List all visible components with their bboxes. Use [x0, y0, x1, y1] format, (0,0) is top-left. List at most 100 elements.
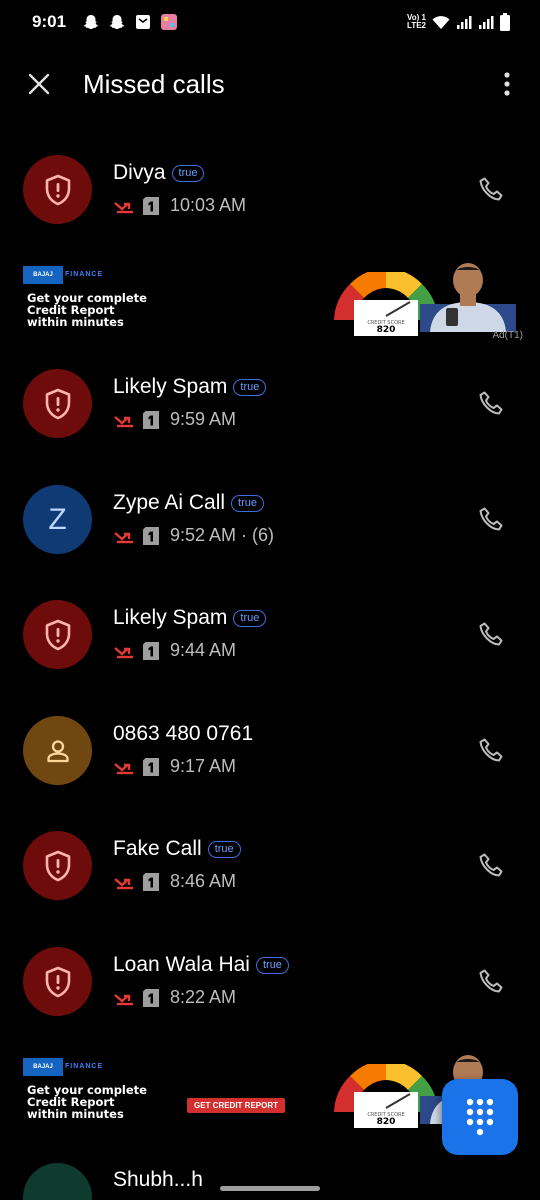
- snapchat-icon: [83, 15, 99, 29]
- person-icon: [46, 739, 69, 762]
- svg-text:820: 820: [377, 325, 396, 335]
- shield-alert-icon: [45, 388, 70, 419]
- app-notification-icon: [161, 14, 178, 30]
- missed-call-icon: [114, 993, 133, 1005]
- avatar-letter: Z: [48, 502, 67, 536]
- dialpad-icon: [466, 1098, 494, 1136]
- caller-number: 0863 480 0761: [113, 722, 254, 745]
- verified-badge: true: [171, 164, 205, 182]
- call-time: 8:22 AM: [170, 987, 237, 1007]
- phone-icon: [479, 622, 503, 646]
- shield-alert-icon: [45, 850, 70, 881]
- call-list-item[interactable]: Likely Spam true 9:59 AM: [0, 369, 540, 473]
- call-list-item[interactable]: Divya true 10:03 AM: [0, 155, 540, 259]
- dialpad-button[interactable]: [442, 1079, 518, 1155]
- missed-call-icon: [114, 877, 133, 889]
- more-vert-icon: [504, 72, 510, 96]
- caller-name: Shubh...h: [113, 1168, 203, 1191]
- system-status-icons: Vo) 1 LTE2: [407, 13, 510, 31]
- shield-alert-icon: [45, 174, 70, 205]
- sim-1-icon: [143, 641, 159, 660]
- call-back-button[interactable]: [474, 618, 508, 652]
- call-time: 10:03 AM: [170, 195, 247, 215]
- caller-name: Likely Spam: [113, 375, 228, 398]
- spam-avatar[interactable]: [23, 155, 92, 224]
- call-list-item[interactable]: Likely Spam true 9:44 AM: [0, 600, 540, 704]
- verified-badge: true: [207, 840, 241, 858]
- missed-call-icon: [114, 646, 133, 658]
- verified-badge: true: [255, 956, 289, 974]
- call-time: 9:59 AM: [170, 409, 237, 429]
- status-time: 9:01: [32, 12, 67, 31]
- contact-avatar[interactable]: [23, 1163, 92, 1200]
- notification-icons: [82, 13, 178, 31]
- wifi-icon: [432, 16, 450, 29]
- caller-name: Divya: [113, 161, 166, 184]
- close-icon: [28, 73, 50, 95]
- shield-alert-icon: [45, 966, 70, 997]
- call-time: 8:46 AM: [170, 871, 237, 891]
- ad-brand-logo: BAJAJ FINANCE: [23, 266, 121, 284]
- missed-call-icon: [114, 415, 133, 427]
- status-bar: 9:01 Vo) 1 LTE2: [0, 0, 540, 44]
- phone-icon: [479, 177, 503, 201]
- sim-1-icon: [143, 410, 159, 429]
- spam-avatar[interactable]: [23, 831, 92, 900]
- spam-avatar[interactable]: [23, 600, 92, 669]
- phone-icon: [479, 507, 503, 531]
- caller-name: Loan Wala Hai: [113, 953, 250, 976]
- call-back-button[interactable]: [474, 503, 508, 537]
- snapchat-icon: [109, 15, 125, 29]
- missed-call-icon: [114, 201, 133, 213]
- call-back-button[interactable]: [474, 734, 508, 768]
- more-options-button[interactable]: [492, 62, 522, 106]
- sim-1-icon: [143, 526, 159, 545]
- ad-cta-button[interactable]: GET CREDIT REPORT: [187, 1098, 286, 1113]
- ad-headline: Get your complete Credit Report within m…: [27, 1083, 147, 1121]
- verified-badge: true: [231, 494, 265, 512]
- phone-icon: [479, 391, 503, 415]
- call-back-button[interactable]: [474, 173, 508, 207]
- ad-person-image: [420, 263, 516, 332]
- phone-icon: [479, 969, 503, 993]
- missed-call-icon: [114, 531, 133, 543]
- spam-avatar[interactable]: [23, 369, 92, 438]
- caller-name: Zype Ai Call: [113, 491, 226, 514]
- call-time: 9:17 AM: [170, 756, 237, 776]
- contact-avatar[interactable]: [23, 716, 92, 785]
- caller-name: Likely Spam: [113, 606, 228, 629]
- caller-name: Fake Call: [113, 837, 202, 860]
- gesture-nav-handle[interactable]: [220, 1186, 320, 1191]
- spam-avatar[interactable]: [23, 947, 92, 1016]
- call-list-item[interactable]: Fake Call true 8:46 AM: [0, 831, 540, 935]
- call-back-button[interactable]: [474, 849, 508, 883]
- call-list-item[interactable]: 0863 480 0761 9:17 AM: [0, 716, 540, 820]
- phone-icon: [479, 853, 503, 877]
- call-list-item[interactable]: Loan Wala Hai true 8:22 AM: [0, 947, 540, 1051]
- contact-letter-avatar[interactable]: Z: [23, 485, 92, 554]
- app-header: Missed calls: [0, 52, 540, 116]
- call-time: 9:52 AM · (6): [170, 525, 275, 545]
- verified-badge: true: [233, 378, 267, 396]
- close-button[interactable]: [17, 62, 61, 106]
- signal-icon: [479, 16, 494, 29]
- call-back-button[interactable]: [474, 965, 508, 999]
- call-time: 9:44 AM: [170, 640, 237, 660]
- ad-banner[interactable]: BAJAJ FINANCE Get your complete Credit R…: [0, 262, 540, 344]
- shield-alert-icon: [45, 619, 70, 650]
- battery-icon: [500, 13, 510, 31]
- sim-1-icon: [143, 196, 159, 215]
- missed-call-icon: [114, 762, 133, 774]
- sim-1-icon: [143, 872, 159, 891]
- sim-1-icon: [143, 757, 159, 776]
- ad-label: Ad(T1): [492, 330, 523, 341]
- ad-headline: Get your complete Credit Report within m…: [27, 291, 147, 329]
- network-type-label: Vo) 1 LTE2: [407, 13, 426, 30]
- phone-icon: [479, 738, 503, 762]
- page-title: Missed calls: [83, 68, 225, 99]
- call-list-item[interactable]: Z Zype Ai Call true 9:52 AM · (6): [0, 485, 540, 589]
- calendar-icon: [136, 15, 151, 29]
- ad-brand-logo: BAJAJ FINANCE: [23, 1058, 121, 1076]
- call-back-button[interactable]: [474, 387, 508, 421]
- sim-1-icon: [143, 988, 159, 1007]
